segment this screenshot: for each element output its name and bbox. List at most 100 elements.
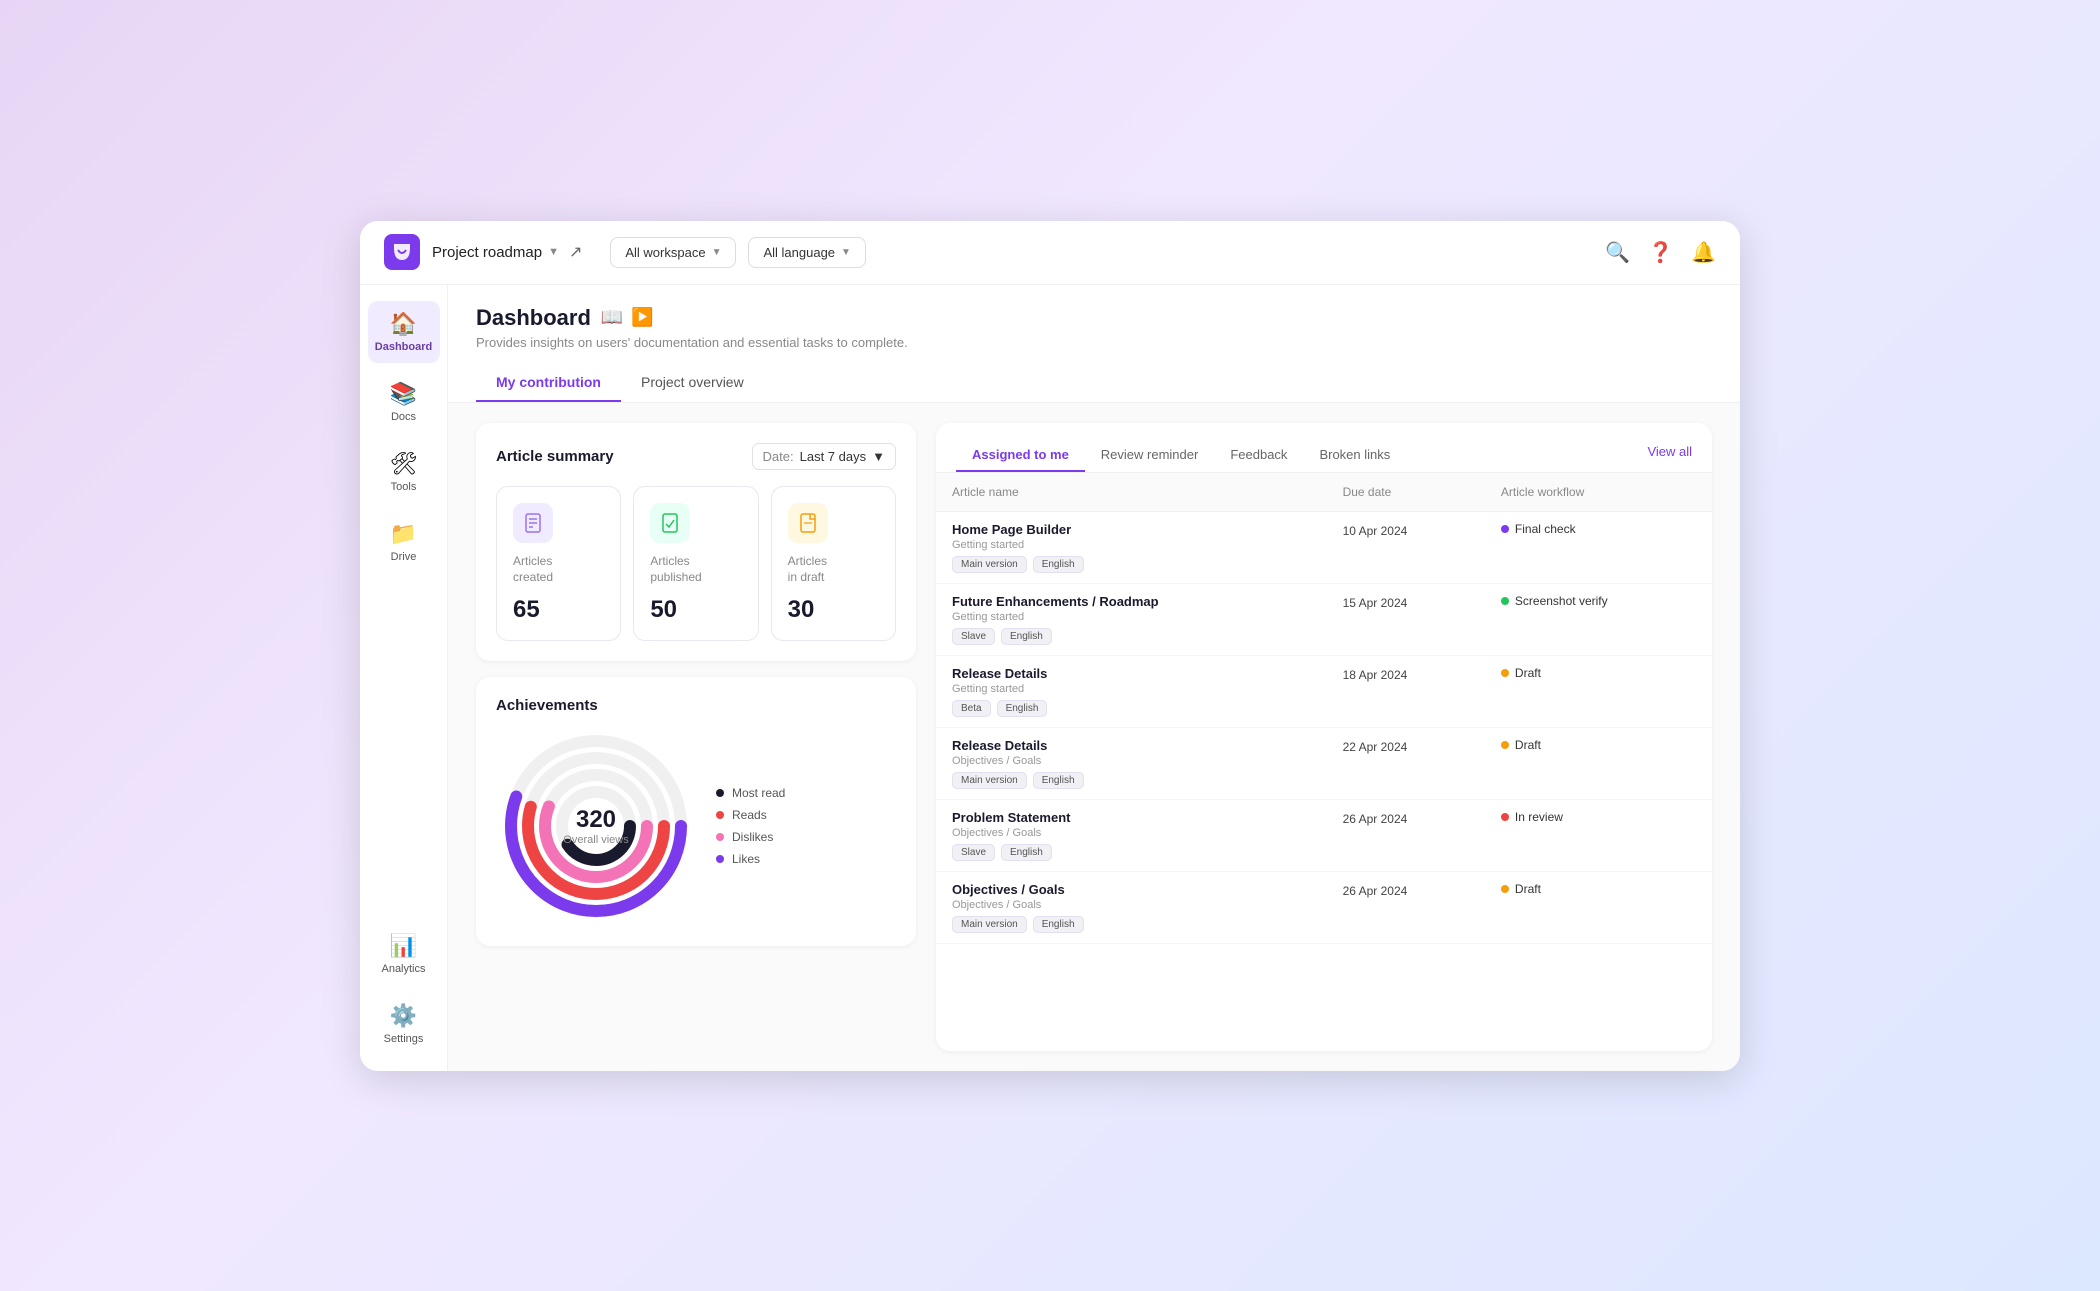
- achievements-title: Achievements: [496, 697, 896, 714]
- sidebar-item-tools[interactable]: 🛠 Tools: [368, 441, 440, 503]
- tab-project-overview[interactable]: Project overview: [621, 364, 764, 402]
- tags-2: BetaEnglish: [952, 700, 1311, 717]
- page-title-row: Dashboard 📖 ▶️: [476, 305, 1712, 331]
- sidebar-item-drive[interactable]: 📁 Drive: [368, 511, 440, 573]
- article-stats: Articlescreated 65 Articlespublished 50: [496, 486, 896, 642]
- notifications-icon[interactable]: 🔔: [1691, 240, 1716, 265]
- sidebar-item-dashboard[interactable]: 🏠 Dashboard: [368, 301, 440, 363]
- cell-workflow-1: Screenshot verify: [1485, 583, 1712, 655]
- tab-broken-links[interactable]: Broken links: [1303, 439, 1406, 472]
- workflow-label-4: In review: [1515, 810, 1563, 824]
- article-category-3: Objectives / Goals: [952, 755, 1311, 767]
- dashboard-body: Article summary Date: Last 7 days ▼: [448, 403, 1740, 1071]
- stat-label-published: Articlespublished: [650, 553, 741, 587]
- cell-due-date-2: 18 Apr 2024: [1327, 655, 1485, 727]
- table-header-row: Article name Due date Article workflow: [936, 473, 1712, 512]
- workflow-label-1: Screenshot verify: [1515, 594, 1608, 608]
- donut-chart: 320 Overall views: [496, 726, 696, 926]
- legend-item-most-read: Most read: [716, 786, 785, 800]
- tag: Slave: [952, 628, 995, 645]
- top-nav: Project roadmap ▼ ↗ All workspace ▼ All …: [360, 221, 1740, 285]
- cell-due-date-0: 10 Apr 2024: [1327, 511, 1485, 583]
- tab-review-reminder[interactable]: Review reminder: [1085, 439, 1215, 472]
- page-title: Dashboard: [476, 305, 591, 331]
- dashboard-icon: 🏠: [390, 311, 417, 337]
- drive-icon: 📁: [390, 521, 417, 547]
- tab-feedback[interactable]: Feedback: [1214, 439, 1303, 472]
- page-title-icons: 📖 ▶️: [601, 307, 654, 328]
- tags-4: SlaveEnglish: [952, 844, 1311, 861]
- date-filter-button[interactable]: Date: Last 7 days ▼: [752, 443, 896, 470]
- sidebar-item-analytics[interactable]: 📊 Analytics: [368, 923, 440, 985]
- legend-dot-dislikes: [716, 833, 724, 841]
- docs-icon: 📚: [390, 381, 417, 407]
- panel-tabs: Assigned to me Review reminder Feedback …: [936, 423, 1712, 473]
- help-icon[interactable]: ❓: [1648, 240, 1673, 265]
- articles-table: Article name Due date Article workflow H…: [936, 473, 1712, 944]
- tag: Slave: [952, 844, 995, 861]
- article-category-4: Objectives / Goals: [952, 827, 1311, 839]
- article-category-2: Getting started: [952, 683, 1311, 695]
- search-icon[interactable]: 🔍: [1605, 240, 1630, 265]
- table-row: Future Enhancements / Roadmap Getting st…: [936, 583, 1712, 655]
- cell-due-date-4: 26 Apr 2024: [1327, 799, 1485, 871]
- workflow-label-0: Final check: [1515, 522, 1576, 536]
- workflow-label-5: Draft: [1515, 882, 1541, 896]
- due-date-4: 26 Apr 2024: [1343, 812, 1408, 826]
- workflow-dot-2: [1501, 669, 1509, 677]
- due-date-2: 18 Apr 2024: [1343, 668, 1408, 682]
- external-link-button[interactable]: ↗: [569, 242, 582, 262]
- article-summary-title: Article summary: [496, 448, 614, 465]
- legend-dot-most-read: [716, 789, 724, 797]
- app-logo: [384, 234, 420, 270]
- cell-article-name-0: Home Page Builder Getting started Main v…: [936, 511, 1327, 583]
- main-layout: 🏠 Dashboard 📚 Docs 🛠 Tools 📁 Drive 📊 Ana…: [360, 285, 1740, 1071]
- workflow-badge-4: In review: [1501, 810, 1696, 824]
- stat-icon-published: [650, 503, 690, 543]
- tag: English: [1033, 772, 1084, 789]
- tab-my-contribution[interactable]: My contribution: [476, 364, 621, 402]
- sidebar-item-settings[interactable]: ⚙️ Settings: [368, 993, 440, 1055]
- tag: Beta: [952, 700, 991, 717]
- book-icon[interactable]: 📖: [601, 307, 623, 328]
- article-name-2: Release Details: [952, 666, 1311, 681]
- stat-value-draft: 30: [788, 596, 879, 624]
- stat-icon-draft: [788, 503, 828, 543]
- workflow-badge-0: Final check: [1501, 522, 1696, 536]
- tags-3: Main version English: [952, 772, 1311, 789]
- cell-article-name-5: Objectives / Goals Objectives / Goals Ma…: [936, 871, 1327, 943]
- workflow-dot-0: [1501, 525, 1509, 533]
- legend-item-dislikes: Dislikes: [716, 830, 785, 844]
- workflow-badge-5: Draft: [1501, 882, 1696, 896]
- language-filter-button[interactable]: All language ▼: [748, 237, 865, 268]
- cell-article-name-1: Future Enhancements / Roadmap Getting st…: [936, 583, 1327, 655]
- legend-item-likes: Likes: [716, 852, 785, 866]
- article-summary-card: Article summary Date: Last 7 days ▼: [476, 423, 916, 662]
- play-icon[interactable]: ▶️: [631, 307, 653, 328]
- table-row: Home Page Builder Getting started Main v…: [936, 511, 1712, 583]
- sidebar-item-docs[interactable]: 📚 Docs: [368, 371, 440, 433]
- tab-assigned-to-me[interactable]: Assigned to me: [956, 439, 1085, 472]
- stat-value-created: 65: [513, 596, 604, 624]
- workflow-dot-3: [1501, 741, 1509, 749]
- donut-value: 320: [563, 806, 628, 834]
- card-header: Article summary Date: Last 7 days ▼: [496, 443, 896, 470]
- legend-dot-reads: [716, 811, 724, 819]
- tag: English: [1033, 916, 1084, 933]
- tools-icon: 🛠: [390, 451, 418, 477]
- table-row: Problem Statement Objectives / Goals Sla…: [936, 799, 1712, 871]
- view-all-button[interactable]: View all: [1647, 444, 1692, 467]
- achievements-card: Achievements: [476, 677, 916, 946]
- project-selector[interactable]: Project roadmap ▼: [432, 244, 559, 261]
- due-date-0: 10 Apr 2024: [1343, 524, 1408, 538]
- page-header: Dashboard 📖 ▶️ Provides insights on user…: [448, 285, 1740, 403]
- legend-item-reads: Reads: [716, 808, 785, 822]
- sidebar: 🏠 Dashboard 📚 Docs 🛠 Tools 📁 Drive 📊 Ana…: [360, 285, 448, 1071]
- chart-container: 320 Overall views Most read: [496, 726, 896, 926]
- articles-table-container: Article name Due date Article workflow H…: [936, 473, 1712, 1051]
- workflow-badge-3: Draft: [1501, 738, 1696, 752]
- article-name-0: Home Page Builder: [952, 522, 1311, 537]
- workspace-filter-button[interactable]: All workspace ▼: [610, 237, 736, 268]
- tag: Main version: [952, 772, 1027, 789]
- page-tabs: My contribution Project overview: [476, 364, 1712, 402]
